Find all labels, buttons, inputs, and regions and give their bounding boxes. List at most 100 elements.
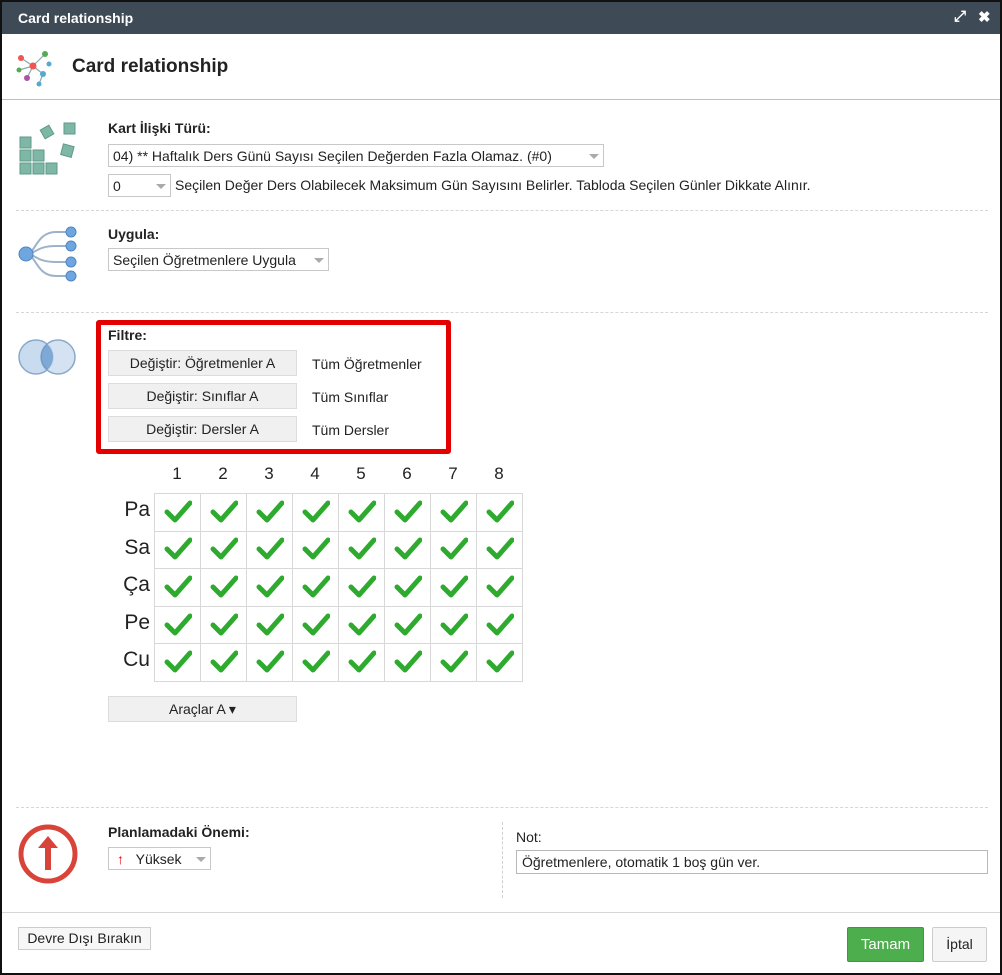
relation-description: Seçilen Değer Ders Olabilecek Maksimum G… xyxy=(175,177,811,193)
check-icon xyxy=(348,500,376,523)
grid-cell[interactable] xyxy=(430,643,477,682)
divider xyxy=(16,807,988,808)
check-icon xyxy=(164,575,192,598)
column-header: 8 xyxy=(494,464,504,483)
row-header: Pe xyxy=(124,610,150,634)
grid-cell[interactable] xyxy=(338,568,385,607)
chevron-down-icon xyxy=(196,857,206,862)
check-icon xyxy=(164,650,192,673)
check-icon xyxy=(210,650,238,673)
grid-cell[interactable] xyxy=(384,530,431,570)
grid-cell[interactable] xyxy=(430,493,477,532)
max-days-value: 0 xyxy=(113,178,121,194)
chevron-down-icon xyxy=(156,184,166,189)
grid-cell[interactable] xyxy=(292,493,339,532)
check-icon xyxy=(164,613,192,636)
check-icon xyxy=(164,537,192,560)
apply-select[interactable]: Seçilen Öğretmenlere Uygula xyxy=(108,248,329,271)
grid-cell[interactable] xyxy=(430,605,477,645)
grid-cell[interactable] xyxy=(246,493,293,532)
red-arrow-icon: ↑ xyxy=(117,851,124,867)
grid-cell[interactable] xyxy=(200,568,247,607)
grid-row xyxy=(154,493,523,532)
check-icon xyxy=(394,537,422,560)
check-icon xyxy=(440,500,468,523)
grid-cell[interactable] xyxy=(338,493,385,532)
grid-cell[interactable] xyxy=(154,530,201,570)
grid-cell[interactable] xyxy=(338,530,385,570)
check-icon xyxy=(348,613,376,636)
grid-cell[interactable] xyxy=(154,605,201,645)
expand-icon[interactable]: ⤢ xyxy=(954,8,966,25)
cancel-button[interactable]: İptal xyxy=(932,927,987,962)
grid-cell[interactable] xyxy=(154,568,201,607)
grid-cell[interactable] xyxy=(476,643,523,682)
row-header: Ça xyxy=(123,573,150,597)
column-header: 7 xyxy=(448,464,458,483)
grid-cell[interactable] xyxy=(476,568,523,607)
grid-cell[interactable] xyxy=(384,643,431,682)
grid-cell[interactable] xyxy=(154,493,201,532)
grid-cell[interactable] xyxy=(292,530,339,570)
filter-highlight xyxy=(96,320,451,454)
column-header: 2 xyxy=(218,464,228,483)
grid-cell[interactable] xyxy=(430,568,477,607)
check-icon xyxy=(440,650,468,673)
grid-cell[interactable] xyxy=(200,605,247,645)
relation-type-label: Kart İlişki Türü: xyxy=(108,120,211,136)
note-input[interactable]: Öğretmenlere, otomatik 1 boş gün ver. xyxy=(516,850,988,874)
grid-cell[interactable] xyxy=(246,643,293,682)
dialog-title: Card relationship xyxy=(72,56,229,77)
check-icon xyxy=(302,575,330,598)
check-icon xyxy=(394,575,422,598)
grid-cell[interactable] xyxy=(246,530,293,570)
relation-type-select[interactable]: 04) ** Haftalık Ders Günü Sayısı Seçilen… xyxy=(108,144,604,167)
check-icon xyxy=(256,613,284,636)
window-title: Card relationship xyxy=(18,10,134,26)
divider xyxy=(16,210,988,211)
grid-cell[interactable] xyxy=(384,568,431,607)
check-icon xyxy=(210,575,238,598)
dialog-header: Card relationship xyxy=(2,34,1000,100)
grid-cell[interactable] xyxy=(246,568,293,607)
grid-cell[interactable] xyxy=(476,605,523,645)
grid-cell[interactable] xyxy=(292,605,339,645)
check-icon xyxy=(394,613,422,636)
check-icon xyxy=(394,500,422,523)
check-icon xyxy=(486,537,514,560)
ok-button[interactable]: Tamam xyxy=(847,927,924,962)
grid-cell[interactable] xyxy=(200,530,247,570)
apply-value: Seçilen Öğretmenlere Uygula xyxy=(113,252,296,268)
check-icon xyxy=(486,500,514,523)
grid-cell[interactable] xyxy=(476,493,523,532)
max-days-select[interactable]: 0 xyxy=(108,174,171,197)
grid-cell[interactable] xyxy=(338,605,385,645)
apply-label: Uygula: xyxy=(108,226,160,242)
check-icon xyxy=(348,575,376,598)
check-icon xyxy=(486,613,514,636)
disable-button[interactable]: Devre Dışı Bırakın xyxy=(18,927,151,950)
grid-cell[interactable] xyxy=(338,643,385,682)
grid-cell[interactable] xyxy=(154,643,201,682)
grid-row xyxy=(154,605,523,645)
grid-row xyxy=(154,568,523,607)
grid-cell[interactable] xyxy=(292,643,339,682)
grid-cell[interactable] xyxy=(200,643,247,682)
grid-cell[interactable] xyxy=(430,530,477,570)
grid-cell[interactable] xyxy=(384,493,431,532)
grid-cell[interactable] xyxy=(476,530,523,570)
grid-cell[interactable] xyxy=(246,605,293,645)
check-icon xyxy=(440,537,468,560)
check-icon xyxy=(440,613,468,636)
importance-select[interactable]: ↑ Yüksek xyxy=(108,847,211,870)
grid-cell[interactable] xyxy=(384,605,431,645)
grid-cell[interactable] xyxy=(292,568,339,607)
grid-cell[interactable] xyxy=(200,493,247,532)
close-icon[interactable]: ✖ xyxy=(978,8,991,26)
column-header: 4 xyxy=(310,464,320,483)
venn-icon xyxy=(18,339,76,375)
row-header: Pa xyxy=(124,498,150,521)
column-header: 5 xyxy=(356,464,366,483)
note-label: Not: xyxy=(516,829,542,845)
tools-button[interactable]: Araçlar A ▾ xyxy=(108,696,297,722)
